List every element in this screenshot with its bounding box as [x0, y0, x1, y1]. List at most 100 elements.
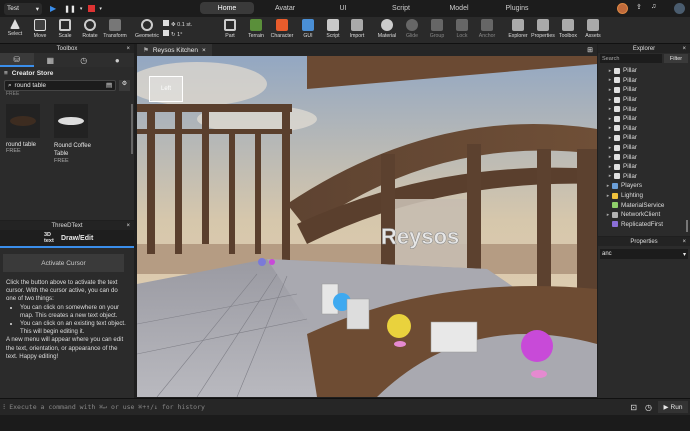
explorer-row[interactable]: ▸ Pillar [604, 172, 690, 182]
assets-button[interactable]: Assets [580, 19, 606, 39]
expand-arrow-icon[interactable]: ▸ [606, 87, 614, 93]
expand-arrow-icon[interactable]: ▸ [606, 164, 614, 170]
activate-cursor-button[interactable]: Activate Cursor [3, 254, 124, 272]
menu-icon[interactable]: ≡ [4, 70, 8, 77]
explorer-row[interactable]: ▸ Pillar [604, 162, 690, 172]
tab-creations[interactable]: ● [101, 53, 135, 67]
rotate-snap-value[interactable]: 1° [177, 32, 182, 38]
expand-arrow-icon[interactable]: ▸ [606, 116, 614, 122]
anchor-button[interactable]: Anchor [474, 19, 500, 39]
tab-reysos-kitchen[interactable]: ⚑ Reysos Kitchen × [137, 44, 212, 56]
tab-inventory[interactable]: ▦ [34, 53, 68, 67]
explorer-row[interactable]: ▸ Pillar [604, 104, 690, 114]
expand-arrow-icon[interactable]: ▸ [606, 135, 614, 141]
project-selector[interactable]: Test ▾ [4, 2, 42, 15]
dropdown-icon[interactable]: ▾ [99, 6, 102, 12]
explorer-row[interactable]: ▸ Pillar [604, 143, 690, 153]
expand-arrow-icon[interactable]: ▸ [606, 68, 614, 74]
play-icon[interactable]: ▶ [50, 4, 56, 13]
explorer-row[interactable]: ▸ Players [604, 181, 690, 191]
expand-arrow-icon[interactable]: ▸ [606, 173, 614, 179]
close-icon[interactable]: × [126, 46, 130, 52]
filter-icon[interactable]: ▤ [106, 82, 112, 89]
scale-button[interactable]: Scale [52, 19, 78, 39]
character-button[interactable]: Character [269, 19, 295, 39]
reysos-sign[interactable]: Reysos [381, 224, 460, 250]
close-icon[interactable]: × [126, 223, 130, 229]
select-button[interactable]: Select [2, 19, 28, 37]
close-icon[interactable]: × [682, 46, 686, 52]
tab-recent[interactable]: ◷ [67, 53, 101, 67]
import-button[interactable]: Import [344, 19, 370, 39]
stop-icon[interactable] [88, 5, 96, 12]
material-button[interactable]: Material [374, 19, 400, 39]
settings-button[interactable]: ⚙ [119, 80, 130, 91]
terrain-button[interactable]: Terrain [243, 19, 269, 39]
explorer-row[interactable]: ▸ NetworkClient [604, 210, 690, 220]
expand-arrow-icon[interactable]: ▸ [606, 125, 614, 131]
explorer-row[interactable]: ▸ Pillar [604, 76, 690, 86]
explorer-row[interactable]: ▸ Pillar [604, 152, 690, 162]
expand-arrow-icon[interactable]: ▸ [606, 106, 614, 112]
bookmark-icon[interactable]: ⊡ [630, 403, 637, 412]
share-icon[interactable]: ⇪ [636, 3, 642, 11]
tab-avatar[interactable]: Avatar [258, 2, 312, 14]
command-input[interactable]: Execute a command with ⌘↵ or use ⌘+↑/↓ f… [9, 403, 630, 411]
expand-arrow-icon[interactable]: ▸ [604, 212, 612, 218]
explorer-row[interactable]: ▸ Pillar [604, 66, 690, 76]
properties-button[interactable]: Properties [530, 19, 556, 39]
run-button[interactable]: ▶ Run [658, 401, 688, 413]
explorer-row[interactable]: ReplicatedFirst [604, 220, 690, 230]
3d-viewport[interactable]: Reysos Left [137, 44, 597, 397]
result-card[interactable]: round table FREE [6, 104, 40, 164]
explorer-row[interactable]: MaterialService [604, 200, 690, 210]
dropdown-icon[interactable]: ▾ [80, 6, 83, 12]
tab-ui[interactable]: UI [316, 2, 370, 14]
explorer-row[interactable]: ▸ Pillar [604, 114, 690, 124]
group-button[interactable]: Group [424, 19, 450, 39]
search-input[interactable]: ⌕ round table ▤ [4, 80, 116, 91]
checkbox-icon[interactable] [163, 30, 169, 36]
tab-marketplace[interactable]: ⛁ [0, 53, 34, 67]
close-icon[interactable]: × [202, 47, 206, 54]
rotate-snap-row[interactable]: ↻ 1° [163, 30, 213, 40]
team-avatar[interactable] [617, 3, 628, 14]
rotate-button[interactable]: Rotate [77, 19, 103, 39]
move-button[interactable]: Move [27, 19, 53, 39]
properties-filter[interactable]: anc ▾ [600, 249, 688, 259]
move-snap-row[interactable]: ✥ 0.1 st. [163, 20, 213, 30]
bell-icon[interactable]: ♫ [651, 3, 656, 10]
toolbox-button[interactable]: Toolbox [555, 19, 581, 39]
transform-button[interactable]: Transform [102, 19, 128, 39]
tab-script[interactable]: Script [374, 2, 428, 14]
expand-arrow-icon[interactable]: ▸ [606, 77, 614, 83]
expand-arrow-icon[interactable]: ▸ [606, 154, 614, 160]
lock-button[interactable]: Lock [449, 19, 475, 39]
tab-model[interactable]: Model [432, 2, 486, 14]
view-cube[interactable]: Left [149, 76, 183, 102]
move-snap-value[interactable]: 0.1 st. [177, 22, 192, 28]
toolbox-scrollbar[interactable] [131, 104, 133, 154]
expand-arrow-icon[interactable]: ▸ [604, 193, 612, 199]
expand-arrow-icon[interactable]: ▸ [606, 97, 614, 103]
geometric-button[interactable]: Geometric [133, 19, 161, 39]
explorer-row[interactable]: ▸ Pillar [604, 95, 690, 105]
explorer-scrollbar[interactable] [686, 220, 688, 232]
expand-arrow-icon[interactable]: ▸ [606, 145, 614, 151]
user-avatar[interactable] [674, 3, 685, 14]
glide-button[interactable]: Glide [399, 19, 425, 39]
pause-icon[interactable]: ❚❚ [64, 5, 76, 13]
part-button[interactable]: Part [217, 19, 243, 39]
filter-button[interactable]: Filter [664, 54, 688, 63]
explorer-row[interactable]: ▸ Lighting [604, 191, 690, 201]
pin-icon[interactable]: ⊞ [587, 46, 593, 54]
checkbox-icon[interactable] [163, 20, 169, 26]
result-card[interactable]: Round Coffee Table FREE [54, 104, 94, 164]
explorer-row[interactable]: ▸ Pillar [604, 124, 690, 134]
explorer-row[interactable]: ▸ Pillar [604, 133, 690, 143]
explorer-row[interactable]: ▸ Pillar [604, 85, 690, 95]
explorer-search-input[interactable]: Search [600, 54, 662, 63]
gui-button[interactable]: GUI [295, 19, 321, 39]
expand-arrow-icon[interactable]: ▸ [604, 183, 612, 189]
tab-plugins[interactable]: Plugins [490, 2, 544, 14]
